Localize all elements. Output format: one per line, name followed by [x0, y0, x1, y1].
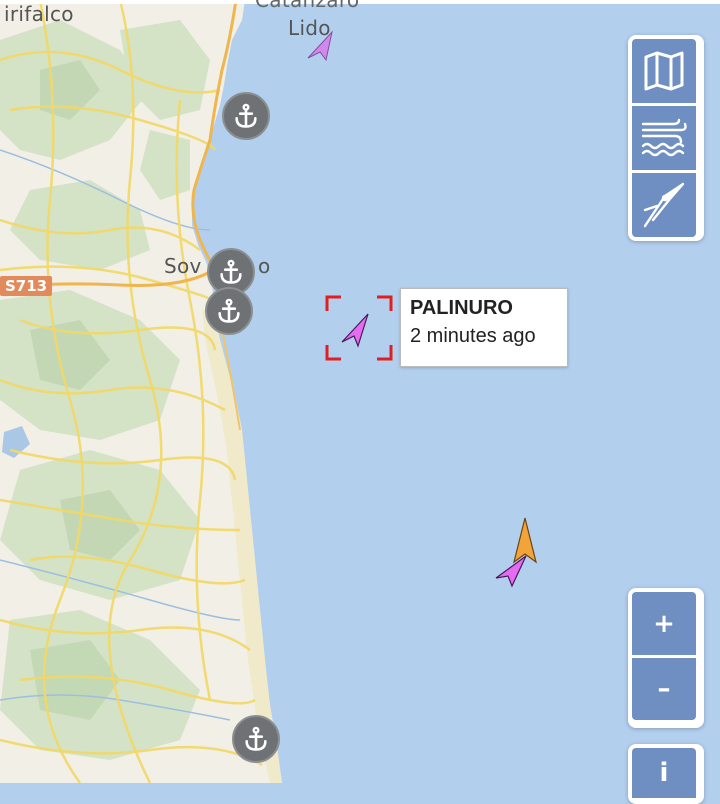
zoom-out-label: – — [657, 674, 671, 704]
weather-layer-button[interactable] — [632, 103, 696, 170]
compass-icon — [643, 182, 685, 228]
road-shield: S713 — [0, 276, 53, 296]
zoom-controls: + – — [628, 588, 704, 728]
anchor-icon — [235, 103, 257, 128]
map-layer-button[interactable] — [632, 39, 696, 103]
port-marker[interactable] — [205, 287, 253, 335]
anchor-icon — [218, 298, 240, 323]
vessel-last-seen: 2 minutes ago — [410, 325, 536, 347]
vessel-popup[interactable]: PALINURO 2 minutes ago — [400, 288, 568, 367]
navigation-layer-button[interactable] — [632, 170, 696, 237]
info-button[interactable]: i — [632, 748, 696, 798]
zoom-in-button[interactable]: + — [632, 592, 696, 655]
vessel-marker-palinuro[interactable] — [338, 310, 374, 350]
vessel-marker[interactable] — [494, 552, 530, 590]
info-control: i — [628, 744, 704, 804]
place-label-soverato-end: o — [258, 254, 271, 278]
port-marker[interactable] — [232, 715, 280, 763]
info-label: i — [659, 758, 669, 788]
map-canvas[interactable] — [0, 0, 720, 783]
place-label-catanzaro: Catanzaro — [255, 0, 360, 12]
place-label-soverato: Sov — [164, 254, 202, 278]
vessel-name: PALINURO — [410, 297, 513, 319]
place-label-girifalco: irifalco — [4, 2, 74, 26]
vessel-marker[interactable] — [302, 28, 338, 64]
anchor-icon — [245, 726, 267, 751]
port-marker[interactable] — [222, 92, 270, 140]
anchor-icon — [220, 259, 242, 284]
zoom-out-button[interactable]: – — [632, 655, 696, 720]
top-strip — [0, 0, 720, 4]
wind-waves-icon — [641, 118, 687, 157]
layer-controls — [628, 35, 704, 241]
map-icon — [644, 51, 684, 91]
zoom-in-label: + — [653, 608, 675, 639]
